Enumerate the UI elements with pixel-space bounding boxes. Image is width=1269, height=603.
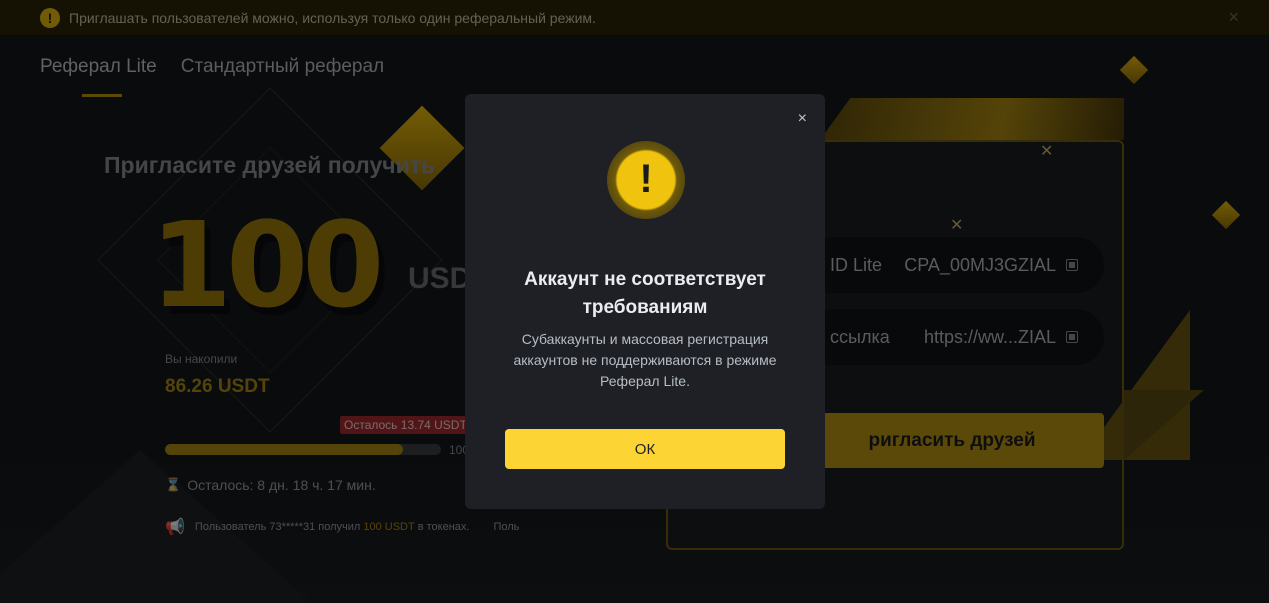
modal-text: Субаккаунты и массовая регистрация аккау… [513,331,777,389]
ok-button[interactable]: ОК [505,429,785,469]
modal-title: Аккаунт не соответствует требованиям [524,269,766,318]
modal-close-icon[interactable]: × [798,110,807,128]
alert-icon: ! [607,141,685,219]
requirements-modal: × ! Аккаунт не соответствует требованиям… [465,94,825,509]
alert-icon-glyph: ! [639,156,653,201]
